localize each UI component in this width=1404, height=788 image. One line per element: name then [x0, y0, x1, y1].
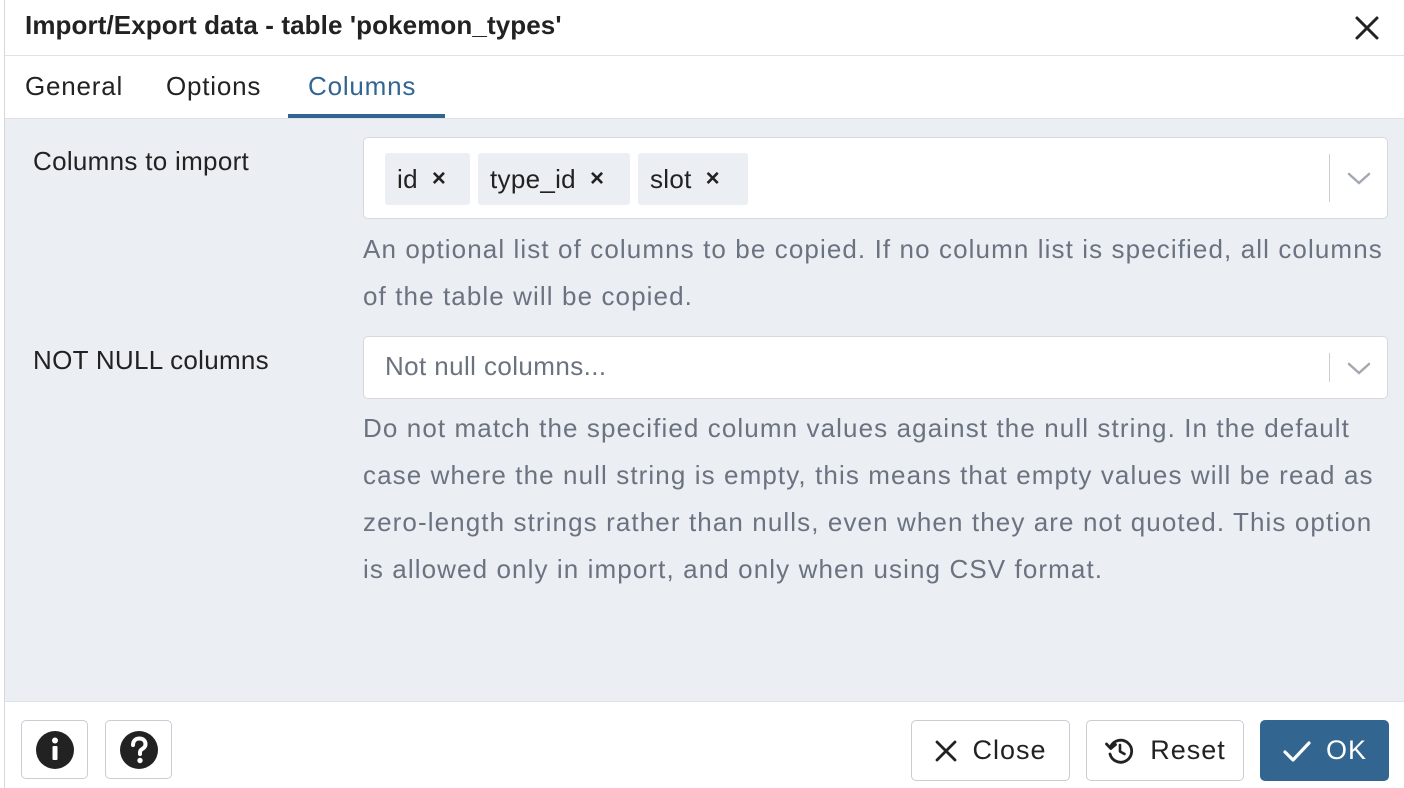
help-icon — [119, 730, 158, 769]
ok-button[interactable]: OK — [1260, 720, 1389, 781]
not-null-columns-label: NOT NULL columns — [33, 345, 269, 375]
reset-button[interactable]: Reset — [1086, 720, 1244, 781]
ok-button-label: OK — [1325, 735, 1367, 765]
columns-to-import-select[interactable]: id × type_id × slot × — [363, 137, 1388, 219]
selected-column-chip: type_id × — [478, 153, 630, 205]
chip-remove-icon[interactable]: × — [432, 165, 446, 193]
close-icon — [934, 739, 958, 763]
reset-icon — [1104, 735, 1136, 767]
chevron-down-icon — [1347, 172, 1371, 185]
active-tab-indicator — [288, 114, 445, 118]
select-divider — [1329, 154, 1330, 202]
chip-label: id — [397, 163, 418, 194]
chip-remove-icon[interactable]: × — [590, 165, 604, 193]
tab-bar: General Options Columns — [5, 57, 1404, 119]
import-export-dialog: Import/Export data - table 'pokemon_type… — [4, 0, 1404, 788]
info-icon — [35, 730, 74, 769]
dialog-title: Import/Export data - table 'pokemon_type… — [25, 10, 562, 40]
columns-to-import-label: Columns to import — [33, 146, 250, 176]
tab-options[interactable]: Options — [166, 71, 261, 102]
not-null-columns-help: Do not match the specified column values… — [363, 413, 1374, 584]
not-null-columns-select[interactable]: Not null columns... — [363, 336, 1388, 399]
chip-label: slot — [650, 163, 692, 194]
dialog-footer: Close Reset OK — [5, 701, 1404, 788]
selected-column-chip: id × — [385, 153, 470, 205]
tab-columns[interactable]: Columns — [308, 71, 416, 102]
columns-to-import-help: An optional list of columns to be copied… — [363, 234, 1383, 311]
columns-panel: Columns to import id × type_id × slot × … — [5, 119, 1404, 701]
select-divider — [1329, 353, 1330, 382]
reset-button-label: Reset — [1150, 735, 1226, 765]
close-button-label: Close — [972, 735, 1047, 765]
selected-column-chip: slot × — [638, 153, 748, 205]
close-dialog-button[interactable] — [1351, 12, 1383, 44]
dropdown-toggle[interactable] — [1346, 361, 1372, 377]
not-null-columns-placeholder: Not null columns... — [385, 351, 607, 381]
tab-general[interactable]: General — [25, 71, 123, 102]
dialog-titlebar: Import/Export data - table 'pokemon_type… — [5, 0, 1404, 56]
check-icon — [1282, 739, 1312, 763]
dropdown-toggle[interactable] — [1346, 171, 1372, 187]
help-button[interactable] — [105, 720, 172, 779]
close-button[interactable]: Close — [911, 720, 1070, 781]
chip-remove-icon[interactable]: × — [706, 165, 720, 193]
close-icon — [1355, 16, 1379, 40]
chevron-down-icon — [1347, 362, 1371, 375]
info-button[interactable] — [21, 720, 88, 779]
chip-label: type_id — [490, 163, 576, 194]
